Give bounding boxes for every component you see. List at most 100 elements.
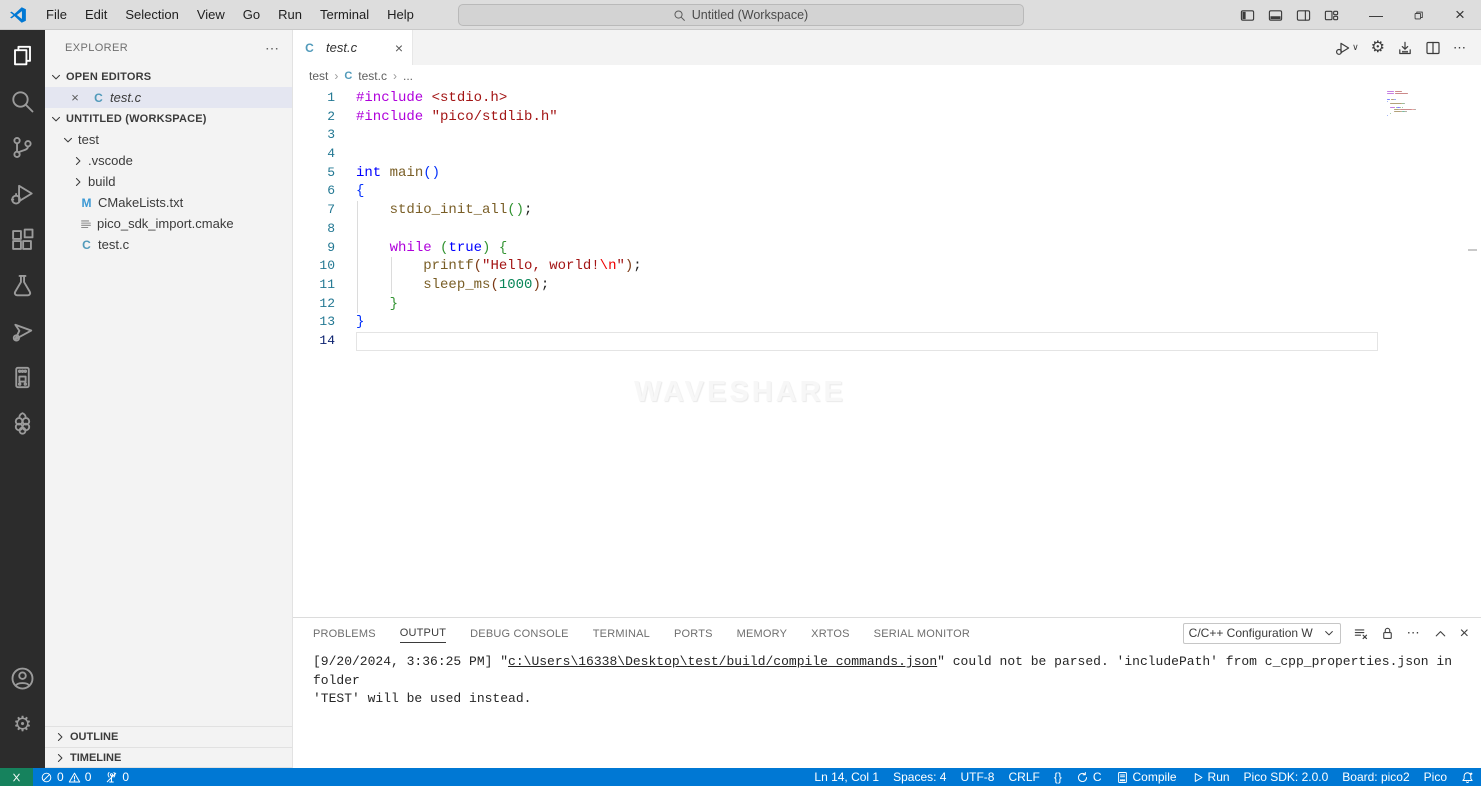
tree-item-build[interactable]: build [45,171,292,192]
close-window-button[interactable]: × [1439,0,1481,30]
section-open-editors[interactable]: OPEN EDITORS [45,66,292,87]
activity-explorer-icon[interactable] [10,43,35,68]
panel-tab-ports[interactable]: PORTS [674,624,713,643]
code-line-4[interactable]: 4 [293,145,1481,164]
code-editor[interactable]: 1 #include <stdio.h> 2 #include "pico/stdli… [293,86,1481,617]
status-compile[interactable]: Compile [1109,768,1184,786]
activity-raspberry-pi-icon[interactable] [10,411,35,436]
editor-more-actions-icon[interactable]: ⋯ [1453,40,1467,56]
code-line-3[interactable]: 3 [293,126,1481,145]
panel-tab-xrtos[interactable]: XRTOS [811,624,850,643]
customize-layout-icon[interactable] [1324,8,1339,23]
section-untitled-workspace-[interactable]: UNTITLED (WORKSPACE) [45,108,292,129]
status-indentation[interactable]: Spaces: 4 [886,768,953,786]
status-board[interactable]: Board: pico2 [1335,768,1416,786]
code-line-10[interactable]: 10 printf("Hello, world!\n"); [293,257,1481,276]
run-or-debug-button[interactable]: ∨ [1335,40,1359,56]
code-line-7[interactable]: 7 stdio_init_all(); [293,201,1481,220]
tab-test-c[interactable]: C test.c × [293,30,413,65]
code-line-11[interactable]: 11 sleep_ms(1000); [293,276,1481,295]
toggle-panel-icon[interactable] [1268,8,1283,23]
titlebar-right: — × [1240,0,1481,30]
status-cursor-position[interactable]: Ln 14, Col 1 [807,768,886,786]
clear-output-icon[interactable] [1353,626,1368,641]
status-eol[interactable]: CRLF [1001,768,1046,786]
breadcrumb-symbol[interactable]: ... [403,69,413,83]
lock-scroll-icon[interactable] [1380,626,1395,641]
restore-button[interactable] [1397,0,1439,30]
activity-run-debug-icon[interactable] [10,181,35,206]
code-line-6[interactable]: 6{ [293,182,1481,201]
activity-search-icon[interactable] [10,89,35,114]
panel-tab-output[interactable]: OUTPUT [399,623,447,643]
minimize-button[interactable]: — [1355,0,1397,30]
status-language-mode[interactable]: C [1069,768,1109,786]
status-pico[interactable]: Pico [1417,768,1454,786]
code-line-2[interactable]: 2 #include "pico/stdlib.h" [293,108,1481,127]
menu-run[interactable]: Run [269,0,311,30]
panel-tab-debug-console[interactable]: DEBUG CONSOLE [470,624,569,643]
code-line-14[interactable]: 14 [293,331,1481,351]
panel-tab-problems[interactable]: PROBLEMS [313,624,376,643]
menu-terminal[interactable]: Terminal [311,0,378,30]
menu-file[interactable]: File [37,0,76,30]
status-remote[interactable] [0,768,33,786]
tree-item-test[interactable]: test [45,129,292,150]
activity-testing-icon[interactable] [10,273,35,298]
scrollbar-decoration[interactable] [1468,249,1477,251]
folder-label: .vscode [88,153,133,168]
tree-item--vscode[interactable]: .vscode [45,150,292,171]
panel-tab-terminal[interactable]: TERMINAL [593,624,650,643]
editor-settings-gear-icon[interactable]: ⚙ [1371,39,1385,56]
toggle-sidebar-icon[interactable] [1240,8,1255,23]
split-editor-icon[interactable] [1425,40,1441,56]
panel-more-actions-icon[interactable]: ⋯ [1407,625,1421,641]
status-run[interactable]: Run [1184,768,1237,786]
panel-tab-memory[interactable]: MEMORY [737,624,788,643]
minimap[interactable] [1387,91,1421,119]
breadcrumb-file[interactable]: test.c [358,69,387,83]
tree-item-pico-sdk-import-cmake[interactable]: pico_sdk_import.cmake [45,213,292,234]
status-encoding[interactable]: UTF-8 [953,768,1001,786]
maximize-panel-icon[interactable] [1433,626,1448,641]
output-file-link[interactable]: c:\Users\16338\Desktop\test/build/compil… [508,654,937,669]
status-intellisense-braces[interactable]: {} [1047,768,1069,786]
tree-item-test-c[interactable]: Ctest.c [45,234,292,255]
status-ports[interactable]: 0 [98,768,136,786]
activity-extensions-icon[interactable] [10,227,35,252]
status-notifications[interactable] [1454,768,1481,786]
code-line-1[interactable]: 1 #include <stdio.h> [293,89,1481,108]
status-pico-sdk[interactable]: Pico SDK: 2.0.0 [1237,768,1336,786]
activity-settings-icon[interactable]: ⚙ [10,712,35,737]
tree-item-cmakelists-txt[interactable]: M CMakeLists.txt [45,192,292,213]
activity-cmake-icon[interactable] [10,319,35,344]
code-line-9[interactable]: 9 while (true) { [293,239,1481,258]
command-center-search[interactable]: Untitled (Workspace) [457,4,1024,26]
menu-edit[interactable]: Edit [76,0,116,30]
menu-view[interactable]: View [188,0,234,30]
activity-source-control-icon[interactable] [10,135,35,160]
status-problems[interactable]: 00 [33,768,98,786]
menu-help[interactable]: Help [378,0,423,30]
activity-account-icon[interactable] [10,666,35,691]
code-line-13[interactable]: 13} [293,313,1481,332]
close-editor-icon[interactable]: × [67,90,83,105]
tree-item-test-c[interactable]: × Ctest.c [45,87,292,108]
tab-close-icon[interactable]: × [395,40,403,56]
activity-pico-board-icon[interactable] [10,365,35,390]
indent-guide [357,201,358,313]
flash-deploy-icon[interactable] [1397,40,1413,56]
output-channel-dropdown[interactable]: C/C++ Configuration W [1182,622,1341,644]
menu-go[interactable]: Go [234,0,269,30]
code-line-12[interactable]: 12 } [293,295,1481,314]
toggle-secondary-sidebar-icon[interactable] [1296,8,1311,23]
panel-tab-serial-monitor[interactable]: SERIAL MONITOR [874,624,970,643]
section-timeline[interactable]: TIMELINE [45,747,292,768]
menu-selection[interactable]: Selection [116,0,187,30]
close-panel-icon[interactable]: × [1460,625,1469,641]
code-line-8[interactable]: 8 [293,220,1481,239]
breadcrumb-folder[interactable]: test [309,69,328,83]
code-line-5[interactable]: 5 int main() [293,164,1481,183]
section-outline[interactable]: OUTLINE [45,726,292,747]
explorer-more-actions-icon[interactable]: ⋯ [265,40,280,57]
